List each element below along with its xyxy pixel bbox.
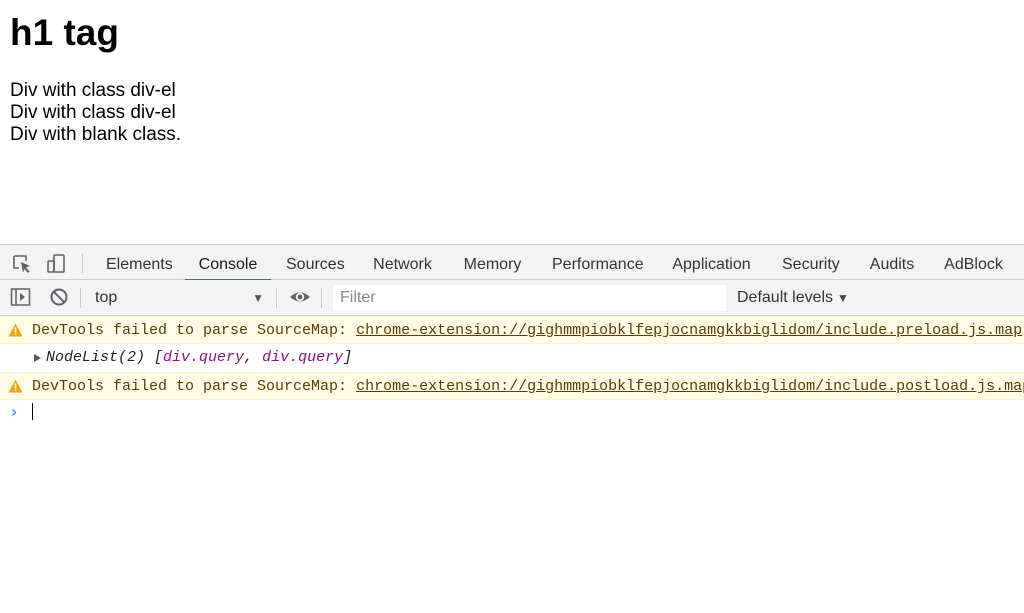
nodelist-close: ] — [343, 349, 353, 366]
tab-network[interactable]: Network — [372, 245, 433, 280]
tab-adblock[interactable]: AdBlock — [944, 245, 1003, 280]
tab-audits[interactable]: Audits — [869, 245, 915, 280]
tab-application[interactable]: Application — [671, 245, 752, 280]
nodelist-item[interactable]: div.query — [163, 349, 244, 366]
text-caret — [32, 403, 33, 420]
log-levels-dropdown[interactable]: Default levels ▼ — [737, 284, 849, 312]
div-el-line-2: Div with class div-el — [10, 102, 176, 123]
tab-elements[interactable]: Elements — [106, 245, 173, 280]
console-warning-row: DevTools failed to parse SourceMap: chro… — [0, 372, 1024, 400]
sourcemap-link-postload[interactable]: chrome-extension://gighmmpiobklfepjocnam… — [356, 378, 1024, 395]
warning-icon — [8, 323, 23, 337]
page-content: h1 tag Div with class div-el Div with cl… — [0, 0, 1024, 244]
tab-sources[interactable]: Sources — [286, 245, 345, 280]
tab-console[interactable]: Console — [185, 245, 271, 281]
toolbar-separator — [276, 288, 277, 308]
tab-memory[interactable]: Memory — [463, 245, 522, 280]
warning-icon — [8, 379, 23, 393]
context-selector[interactable]: top ▼ — [86, 284, 270, 310]
console-warning-row: DevTools failed to parse SourceMap: chro… — [0, 316, 1024, 344]
page-lines: Div with class div-el Div with class div… — [10, 80, 181, 146]
console-prompt[interactable]: › — [0, 400, 1024, 424]
context-dropdown-arrow-icon: ▼ — [252, 291, 264, 305]
nodelist-label[interactable]: NodeList(2) [ — [46, 349, 163, 366]
live-expression-eye-icon[interactable] — [289, 287, 311, 309]
warning-message-text: DevTools failed to parse SourceMap: — [32, 378, 357, 395]
nodelist-separator: , — [244, 349, 263, 366]
context-selector-value: top — [95, 289, 118, 306]
levels-dropdown-arrow-icon: ▼ — [837, 291, 849, 305]
console-filter-input[interactable] — [333, 285, 726, 311]
tab-security[interactable]: Security — [782, 245, 840, 280]
expand-triangle-icon[interactable] — [34, 354, 41, 362]
show-console-sidebar-icon[interactable] — [10, 287, 32, 309]
log-levels-label: Default levels — [737, 289, 834, 306]
devtools-panel: Elements Console Sources Network Memory … — [0, 244, 1024, 613]
toolbar-separator — [321, 288, 322, 308]
inspect-element-icon[interactable] — [11, 253, 33, 275]
warning-message-text: DevTools failed to parse SourceMap: — [32, 322, 357, 339]
prompt-chevron-icon: › — [11, 402, 18, 421]
console-log-row: NodeList(2) [div.query, div.query] — [0, 344, 1024, 372]
toolbar-separator — [80, 288, 81, 308]
blank-class-line: Div with blank class. — [10, 124, 182, 145]
console-toolbar: top ▼ Default levels▼ — [0, 280, 1024, 316]
nodelist-item[interactable]: div.query — [262, 349, 343, 366]
sourcemap-link-preload[interactable]: chrome-extension://gighmmpiobklfepjocnam… — [356, 322, 1022, 339]
tab-bar-separator — [82, 254, 83, 273]
devtools-tab-bar: Elements Console Sources Network Memory … — [0, 244, 1024, 281]
tab-performance[interactable]: Performance — [552, 245, 644, 280]
page-heading: h1 tag — [10, 12, 119, 53]
device-toolbar-icon[interactable] — [45, 253, 67, 275]
clear-console-icon[interactable] — [49, 287, 71, 309]
div-el-line-1: Div with class div-el — [10, 80, 176, 101]
